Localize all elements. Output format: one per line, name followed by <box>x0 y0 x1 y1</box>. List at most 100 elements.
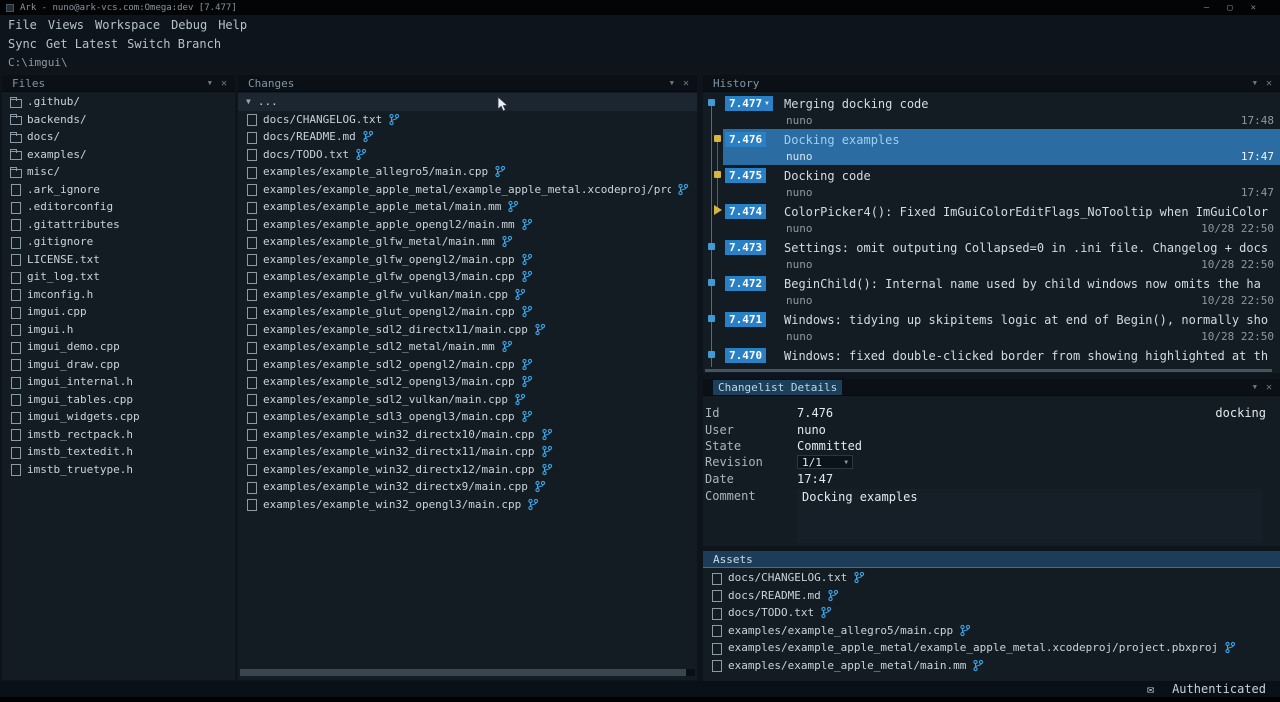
file-tree-item[interactable]: imgui_internal.h <box>2 373 235 391</box>
file-tree-item[interactable]: examples/ <box>2 146 235 164</box>
file-name: examples/example_win32_opengl3/main.cpp <box>263 498 521 511</box>
file-row[interactable]: examples/example_glfw_opengl2/main.cpp <box>238 251 697 269</box>
file-row[interactable]: examples/example_glfw_opengl3/main.cpp <box>238 268 697 286</box>
file-row[interactable]: examples/example_apple_metal/example_app… <box>238 181 697 199</box>
horizontal-scrollbar[interactable] <box>240 669 695 676</box>
file-row[interactable]: examples/example_sdl3_opengl3/main.cpp <box>238 408 697 426</box>
revision-badge[interactable]: 7.472 <box>725 276 766 291</box>
menu-item-views[interactable]: Views <box>48 18 84 32</box>
file-tree-item[interactable]: imconfig.h <box>2 286 235 304</box>
revision-badge[interactable]: 7.474 <box>725 204 766 219</box>
file-row[interactable]: docs/TODO.txt <box>238 146 697 164</box>
revision-badge[interactable]: 7.470 <box>725 348 766 363</box>
close-icon[interactable]: ✕ <box>1266 382 1272 393</box>
history-item[interactable]: 7.477 ▼ Merging docking code nuno 17:48 <box>703 93 1280 129</box>
revision-badge[interactable]: 7.471 <box>725 312 766 327</box>
file-row[interactable]: examples/example_sdl2_directx11/main.cpp <box>238 321 697 339</box>
menu-item-workspace[interactable]: Workspace <box>95 18 160 32</box>
close-button[interactable]: ✕ <box>1251 3 1256 13</box>
revision-select[interactable]: 1/1 ▼ <box>797 455 853 469</box>
file-row[interactable]: examples/example_allegro5/main.cpp <box>703 622 1280 640</box>
file-row[interactable]: examples/example_allegro5/main.cpp <box>238 163 697 181</box>
file-row[interactable]: docs/CHANGELOG.txt <box>703 569 1280 587</box>
file-tree-item[interactable]: imgui.h <box>2 321 235 339</box>
file-tree-item[interactable]: imgui.cpp <box>2 303 235 321</box>
revision-badge[interactable]: 7.475 <box>725 168 766 183</box>
file-row[interactable]: examples/example_glfw_vulkan/main.cpp <box>238 286 697 304</box>
file-row[interactable]: examples/example_win32_directx12/main.cp… <box>238 461 697 479</box>
close-icon[interactable]: ✕ <box>221 78 227 89</box>
file-row[interactable]: examples/example_sdl2_metal/main.mm <box>238 338 697 356</box>
menu-item-debug[interactable]: Debug <box>171 18 207 32</box>
menu-item-file[interactable]: File <box>8 18 37 32</box>
revision-badge[interactable]: 7.477 ▼ <box>725 96 773 111</box>
file-tree-item[interactable]: .gitattributes <box>2 216 235 234</box>
history-item[interactable]: 7.475 Docking code nuno 17:47 <box>703 165 1280 201</box>
file-row[interactable]: examples/example_apple_metal/main.mm <box>238 198 697 216</box>
file-tree-item[interactable]: .ark_ignore <box>2 181 235 199</box>
revision-badge[interactable]: 7.476 <box>725 132 766 147</box>
file-row[interactable]: docs/README.md <box>703 587 1280 605</box>
file-tree-item[interactable]: .editorconfig <box>2 198 235 216</box>
file-row[interactable]: examples/example_win32_opengl3/main.cpp <box>238 496 697 514</box>
filter-icon[interactable]: ▼ <box>1253 79 1257 87</box>
close-icon[interactable]: ✕ <box>683 78 689 89</box>
comment-field[interactable]: Docking examples <box>797 489 1262 543</box>
file-row[interactable]: examples/example_glfw_metal/main.mm <box>238 233 697 251</box>
file-row[interactable]: docs/README.md <box>238 128 697 146</box>
changes-root-row[interactable]: ▼ ... <box>238 93 697 111</box>
file-row[interactable]: examples/example_glut_opengl2/main.cpp <box>238 303 697 321</box>
file-row[interactable]: examples/example_sdl2_opengl2/main.cpp <box>238 356 697 374</box>
history-item[interactable]: 7.473 Settings: omit outputing Collapsed… <box>703 237 1280 273</box>
mail-icon[interactable]: ✉ <box>1147 682 1154 696</box>
file-tree-item[interactable]: imstb_textedit.h <box>2 443 235 461</box>
file-icon <box>711 589 722 601</box>
file-tree-item[interactable]: backends/ <box>2 111 235 129</box>
file-tree-item[interactable]: imgui_widgets.cpp <box>2 408 235 426</box>
revision-badge[interactable]: 7.473 <box>725 240 766 255</box>
filter-icon[interactable]: ▼ <box>1253 383 1257 391</box>
branch-icon <box>501 235 513 248</box>
file-tree-item[interactable]: imstb_truetype.h <box>2 461 235 479</box>
scrollbar-thumb[interactable] <box>705 369 1272 372</box>
history-item[interactable]: 7.472 BeginChild(): Internal name used b… <box>703 273 1280 309</box>
horizontal-scrollbar[interactable] <box>705 369 1278 372</box>
file-icon <box>711 624 722 636</box>
maximize-button[interactable]: ▢ <box>1227 3 1232 13</box>
file-row[interactable]: docs/CHANGELOG.txt <box>238 111 697 129</box>
history-item[interactable]: 7.476 Docking examples nuno 17:47 <box>703 129 1280 165</box>
file-tree-item[interactable]: git_log.txt <box>2 268 235 286</box>
file-tree-item[interactable]: imgui_demo.cpp <box>2 338 235 356</box>
file-tree-item[interactable]: misc/ <box>2 163 235 181</box>
file-tree-item[interactable]: imgui_draw.cpp <box>2 356 235 374</box>
history-item[interactable]: 7.471 Windows: tidying up skipitems logi… <box>703 309 1280 345</box>
scrollbar-thumb[interactable] <box>240 669 686 676</box>
file-tree-item[interactable]: .github/ <box>2 93 235 111</box>
file-tree-item[interactable]: imstb_rectpack.h <box>2 426 235 444</box>
file-name: examples/example_allegro5/main.cpp <box>728 624 953 637</box>
file-tree-item[interactable]: imgui_tables.cpp <box>2 391 235 409</box>
toolbar-button-sync[interactable]: Sync <box>8 37 37 51</box>
filter-icon[interactable]: ▼ <box>208 79 212 87</box>
toolbar-button-get-latest[interactable]: Get Latest <box>46 37 118 51</box>
history-item[interactable]: 7.474 ColorPicker4(): Fixed ImGuiColorEd… <box>703 201 1280 237</box>
menu-item-help[interactable]: Help <box>218 18 247 32</box>
toolbar-button-switch-branch[interactable]: Switch Branch <box>127 37 221 51</box>
file-row[interactable]: examples/example_win32_directx11/main.cp… <box>238 443 697 461</box>
file-row[interactable]: examples/example_apple_metal/main.mm <box>703 657 1280 675</box>
file-row[interactable]: examples/example_apple_opengl2/main.mm <box>238 216 697 234</box>
file-row[interactable]: examples/example_sdl2_vulkan/main.cpp <box>238 391 697 409</box>
file-row[interactable]: examples/example_win32_directx10/main.cp… <box>238 426 697 444</box>
file-row[interactable]: docs/TODO.txt <box>703 604 1280 622</box>
file-tree-item[interactable]: LICENSE.txt <box>2 251 235 269</box>
filter-icon[interactable]: ▼ <box>670 79 674 87</box>
file-tree-item[interactable]: docs/ <box>2 128 235 146</box>
close-icon[interactable]: ✕ <box>1266 78 1272 89</box>
expander-icon[interactable]: ▼ <box>246 97 251 106</box>
file-tree-item[interactable]: .gitignore <box>2 233 235 251</box>
minimize-button[interactable]: — <box>1204 3 1209 13</box>
file-row[interactable]: examples/example_sdl2_opengl3/main.cpp <box>238 373 697 391</box>
history-item[interactable]: 7.470 Windows: fixed double-clicked bord… <box>703 345 1280 367</box>
file-row[interactable]: examples/example_apple_metal/example_app… <box>703 639 1280 657</box>
file-row[interactable]: examples/example_win32_directx9/main.cpp <box>238 478 697 496</box>
